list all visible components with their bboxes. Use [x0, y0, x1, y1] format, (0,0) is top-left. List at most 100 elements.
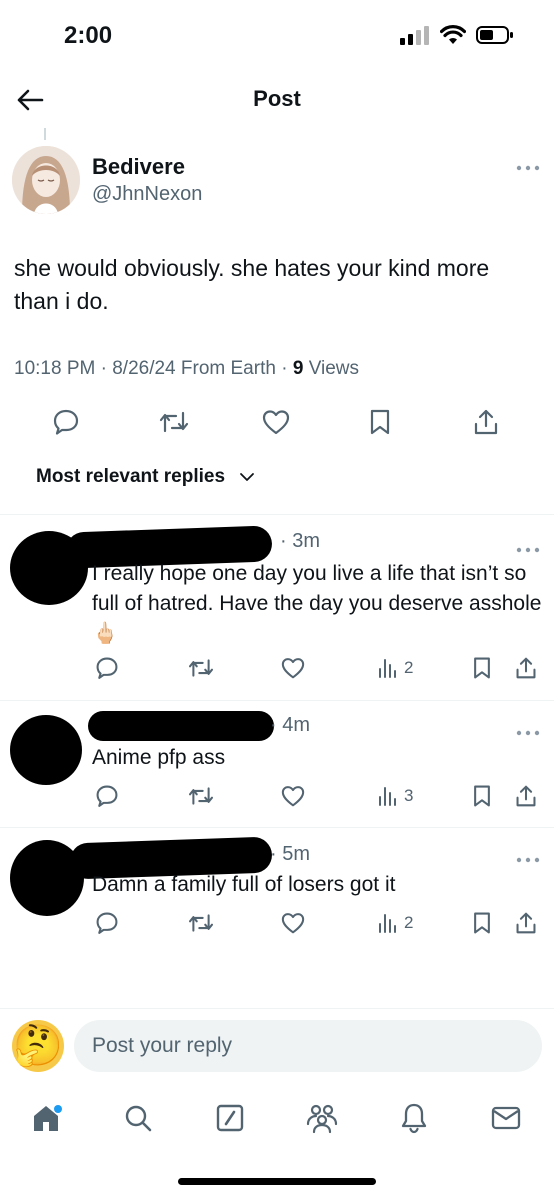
heart-icon: [262, 410, 290, 435]
more-dots-icon: [516, 165, 540, 171]
status-time: 2:00: [64, 22, 113, 49]
mail-icon: [491, 1106, 521, 1130]
views-count: 2: [404, 658, 414, 677]
reply-time: · 3m: [280, 530, 321, 552]
reply-item[interactable]: · 3m I really hope one day you live a li…: [0, 515, 554, 700]
bookmark-icon: [474, 657, 490, 679]
search-icon: [125, 1105, 152, 1132]
views-count: 2: [404, 913, 414, 932]
like-button[interactable]: [281, 781, 305, 811]
header: Post: [0, 70, 554, 130]
reply-more-button[interactable]: [516, 723, 540, 741]
reply-more-button[interactable]: [516, 540, 540, 558]
thinking-face-emoji: 🤔: [13, 1024, 63, 1068]
post-text: she would obviously. she hates your kind…: [14, 255, 490, 314]
tab-home[interactable]: [28, 1100, 64, 1136]
avatar-illustration: [12, 146, 80, 214]
reply-icon: [53, 409, 79, 435]
repost-button[interactable]: [156, 404, 192, 440]
sort-dropdown[interactable]: Most relevant replies: [36, 466, 255, 488]
reply-button[interactable]: [95, 908, 119, 938]
like-button[interactable]: [281, 908, 305, 938]
bookmark-button[interactable]: [472, 908, 492, 938]
reply-text: Damn a family full of losers got it: [92, 873, 396, 896]
share-button[interactable]: [515, 781, 537, 811]
author-handle[interactable]: @JhnNexon: [92, 183, 202, 206]
compose-slash-icon: [216, 1104, 244, 1132]
reply-input[interactable]: [74, 1020, 542, 1072]
reply-more-button[interactable]: [516, 850, 540, 868]
tab-search[interactable]: [120, 1100, 156, 1136]
chevron-down-icon: [240, 473, 254, 481]
user-avatar[interactable]: 🤔: [12, 1020, 64, 1072]
bell-icon: [401, 1103, 427, 1134]
like-button[interactable]: [258, 404, 294, 440]
reply-button[interactable]: [95, 781, 119, 811]
more-options-button[interactable]: [516, 158, 540, 176]
reply-time: · 4m: [270, 714, 311, 736]
reply-icon: [96, 912, 118, 934]
reply-actions: 2: [0, 653, 554, 683]
reply-time: · 5m: [270, 843, 311, 865]
share-button[interactable]: [515, 653, 537, 683]
reply-item[interactable]: · 5m Damn a family full of losers got it…: [0, 828, 554, 958]
views-button[interactable]: 3: [378, 781, 413, 811]
redacted-avatar: [10, 715, 82, 785]
tab-messages[interactable]: [488, 1100, 524, 1136]
repost-icon: [188, 914, 214, 932]
bookmark-button[interactable]: [472, 653, 492, 683]
views-chart-icon: [379, 914, 396, 933]
heart-icon: [281, 913, 305, 934]
repost-button[interactable]: [188, 781, 214, 811]
battery-icon: [476, 26, 513, 44]
heart-icon: [281, 786, 305, 807]
share-icon: [516, 785, 536, 807]
home-indicator: [178, 1178, 376, 1185]
reply-item[interactable]: · 4m Anime pfp ass 3: [0, 701, 554, 827]
bookmark-button[interactable]: [362, 404, 398, 440]
views-chart-icon: [379, 787, 396, 806]
post-source: From Earth: [180, 358, 276, 379]
views-button[interactable]: 2: [378, 908, 413, 938]
views-count: 9: [292, 358, 304, 379]
author-name[interactable]: Bedivere: [92, 154, 185, 180]
reply-actions: 3: [0, 781, 554, 811]
heart-icon: [281, 658, 305, 679]
page-title: Post: [253, 86, 301, 111]
like-button[interactable]: [281, 653, 305, 683]
reply-text: Anime pfp ass: [92, 746, 226, 769]
tab-compose[interactable]: [212, 1100, 248, 1136]
repost-button[interactable]: [188, 908, 214, 938]
post-meta: 10:18 PM · 8/26/24 From Earth · 9 Views: [14, 358, 360, 379]
bookmark-button[interactable]: [472, 781, 492, 811]
repost-icon: [188, 659, 214, 677]
notification-dot: [54, 1105, 62, 1113]
bookmark-icon: [474, 912, 490, 934]
redacted-name: [88, 711, 274, 741]
reply-button[interactable]: [95, 653, 119, 683]
tab-communities[interactable]: [304, 1100, 340, 1136]
sort-label: Most relevant replies: [36, 466, 226, 487]
more-dots-icon: [516, 857, 540, 863]
bookmark-icon: [370, 409, 390, 435]
repost-icon: [159, 411, 189, 433]
share-button[interactable]: [515, 908, 537, 938]
post-actions: [0, 404, 554, 444]
communities-icon: [306, 1104, 338, 1134]
reply-button[interactable]: [48, 404, 84, 440]
share-icon: [516, 912, 536, 934]
repost-button[interactable]: [188, 653, 214, 683]
more-dots-icon: [516, 547, 540, 553]
share-icon: [516, 657, 536, 679]
views-button[interactable]: 2: [378, 653, 413, 683]
bookmark-icon: [474, 785, 490, 807]
tab-notifications[interactable]: [396, 1100, 432, 1136]
reply-text: I really hope one day you live a life th…: [92, 562, 542, 645]
signal-icon: [400, 26, 429, 45]
share-button[interactable]: [468, 404, 504, 440]
reply-icon: [96, 785, 118, 807]
bottom-tab-bar: [0, 1090, 554, 1150]
reply-bar: 🤔: [0, 1016, 554, 1080]
author-avatar[interactable]: [12, 146, 80, 214]
thread-line: [44, 128, 46, 140]
